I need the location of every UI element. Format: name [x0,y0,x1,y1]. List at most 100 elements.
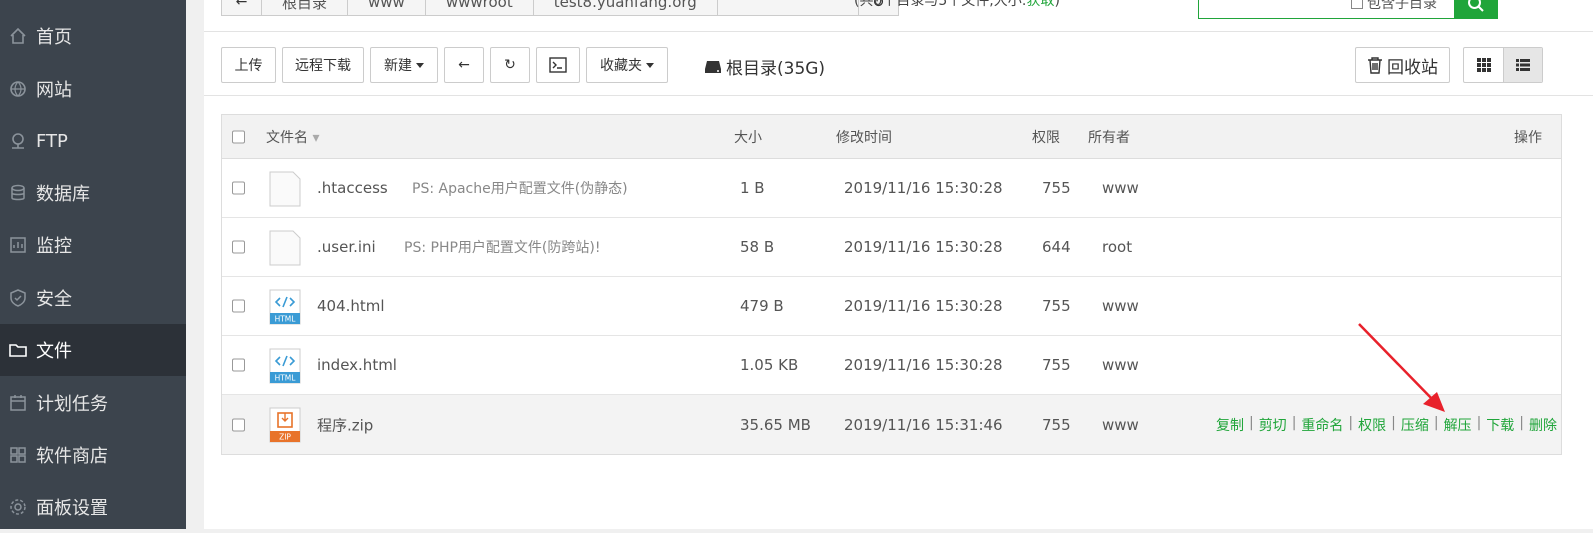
back-arrow-icon[interactable]: ← [222,0,262,15]
terminal-button[interactable] [536,47,580,83]
file-size: 479 B [740,297,784,315]
file-owner[interactable]: www [1102,356,1139,374]
file-name[interactable]: 程序.zip [317,414,373,435]
file-name[interactable]: .htaccess [317,179,388,197]
database-icon [0,184,36,202]
back-button[interactable]: ← [444,47,484,83]
table-row[interactable]: .htaccess PS: Apache用户配置文件(伪静态) 1 B 2019… [222,159,1561,218]
shield-icon [0,289,36,307]
hard-drive-icon [705,60,721,73]
header-size[interactable]: 大小 [734,127,762,147]
recycle-bin-button[interactable]: 回收站 [1355,47,1450,83]
separator: | [1291,414,1297,431]
get-size-link[interactable]: 获取 [1026,0,1054,9]
divider [204,95,1593,96]
sidebar-item-label: 计划任务 [36,394,108,415]
header-filename[interactable]: 文件名 ▾ [266,127,319,147]
favorites-button[interactable]: 收藏夹 [586,47,668,83]
copy-link[interactable]: 复制 [1216,415,1244,435]
search-box[interactable]: 包含子目录 [1198,0,1498,19]
sidebar-item-crontab[interactable]: 计划任务 [0,377,186,429]
grid-view-button[interactable] [1464,48,1503,82]
row-checkbox[interactable] [232,240,245,254]
upload-button[interactable]: 上传 [221,47,276,83]
sidebar-item-label: 监控 [36,236,72,257]
header-perm[interactable]: 权限 [1032,127,1060,147]
list-view-button[interactable] [1503,48,1542,82]
path-input[interactable] [718,0,858,15]
sidebar-item-label: 数据库 [36,184,90,205]
breadcrumb-item[interactable]: 根目录 [262,0,349,15]
header-owner[interactable]: 所有者 [1088,127,1130,147]
file-size: 35.65 MB [740,415,811,434]
new-button[interactable]: 新建 [370,47,438,83]
grid-icon [1476,58,1491,72]
ftp-icon [0,132,36,150]
remote-download-button[interactable]: 远程下载 [282,47,364,83]
file-owner[interactable]: www [1102,179,1139,197]
file-size: 1 B [740,179,765,197]
file-owner[interactable]: www [1102,297,1139,315]
table-row[interactable]: .user.ini PS: PHP用户配置文件(防跨站)! 58 B 2019/… [222,218,1561,277]
html-icon-label: HTML [275,315,297,324]
compress-link[interactable]: 压缩 [1401,415,1429,435]
file-name[interactable]: index.html [317,356,397,374]
trash-icon [1368,57,1382,74]
row-checkbox[interactable] [232,358,245,372]
sidebar-item-files[interactable]: 文件 [0,324,186,376]
home-icon [0,27,36,45]
html-icon-label: HTML [275,374,297,383]
row-checkbox[interactable] [232,299,245,313]
sidebar-item-monitor[interactable]: 监控 [0,219,186,271]
separator: | [1391,414,1396,431]
delete-link[interactable]: 删除 [1529,415,1557,435]
sidebar-item-database[interactable]: 数据库 [0,167,186,219]
chevron-down-icon [416,62,424,68]
file-name[interactable]: 404.html [317,297,385,315]
file-perm[interactable]: 644 [1042,238,1071,256]
disk-selector[interactable]: 根目录(35G) [704,54,825,79]
subdir-checkbox[interactable] [1351,0,1363,9]
rename-link[interactable]: 重命名 [1301,415,1343,435]
sidebar-item-ftp[interactable]: FTP [0,115,186,167]
include-subdir[interactable]: 包含子目录 [1351,0,1437,13]
breadcrumb-item[interactable]: wwwroot [426,0,534,15]
file-perm[interactable]: 755 [1042,416,1071,434]
file-perm[interactable]: 755 [1042,356,1071,374]
file-mtime: 2019/11/16 15:30:28 [844,179,1003,197]
header-ops: 操作 [1514,129,1542,146]
download-link[interactable]: 下载 [1486,415,1514,435]
sidebar-item-label: 安全 [36,289,72,310]
search-button[interactable] [1454,0,1498,19]
file-perm[interactable]: 755 [1042,297,1071,315]
permission-link[interactable]: 权限 [1358,415,1386,435]
recycle-label: 回收站 [1387,57,1438,78]
separator: | [1348,414,1354,431]
file-size: 1.05 KB [740,356,799,374]
refresh-button[interactable]: ↻ [490,47,530,83]
separator: | [1476,414,1482,431]
sidebar-item-home[interactable]: 首页 [0,10,186,62]
sidebar-item-store[interactable]: 软件商店 [0,429,186,481]
separator: | [1433,414,1439,431]
file-name[interactable]: .user.ini [317,238,376,256]
file-perm[interactable]: 755 [1042,179,1071,197]
sidebar-item-settings[interactable]: 面板设置 [0,481,186,533]
sidebar-item-label: 软件商店 [36,446,108,467]
sidebar-item-security[interactable]: 安全 [0,272,186,324]
file-owner[interactable]: root [1102,238,1132,256]
cut-link[interactable]: 剪切 [1259,415,1287,435]
list-icon [1516,59,1530,71]
select-all-checkbox[interactable] [232,130,245,143]
separator: | [1519,414,1524,431]
sidebar-item-website[interactable]: 网站 [0,63,186,115]
blank-file-icon [269,230,301,266]
header-mtime[interactable]: 修改时间 [836,127,892,147]
row-checkbox[interactable] [232,181,245,195]
row-checkbox[interactable] [232,418,245,431]
extract-link[interactable]: 解压 [1444,415,1472,435]
file-owner[interactable]: www [1102,416,1139,434]
breadcrumb-item[interactable]: test8.yuanfang.org [534,0,718,15]
breadcrumb-item[interactable]: www [348,0,426,15]
sidebar: 首页 网站 FTP 数据库 监控 安全 文件 计划任务 软件商店 面板设置 [0,0,186,529]
